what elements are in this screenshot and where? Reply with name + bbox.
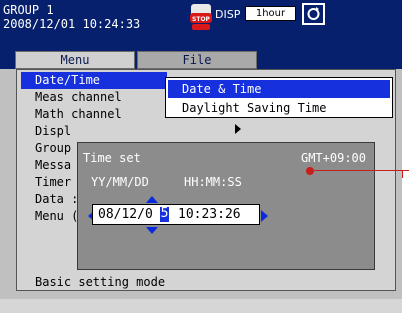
menu-item-meas-channel[interactable]: Meas channel bbox=[21, 89, 167, 106]
tab-bar: Menu File bbox=[0, 46, 402, 69]
interval-indicator: 1hour bbox=[245, 6, 296, 21]
arrow-down-icon[interactable] bbox=[146, 227, 158, 234]
submenu-item-date-time[interactable]: Date & Time bbox=[168, 80, 390, 98]
callout-dot bbox=[306, 167, 314, 175]
submenu: Date & Time Daylight Saving Time bbox=[165, 77, 393, 118]
recycle-icon bbox=[302, 3, 325, 25]
callout-line bbox=[313, 170, 409, 171]
tab-menu[interactable]: Menu bbox=[15, 51, 135, 69]
time-format-label: HH:MM:SS bbox=[184, 175, 242, 189]
disp-label: DISP bbox=[215, 8, 241, 21]
date-format-label: YY/MM/DD bbox=[91, 175, 149, 189]
status-bar: GROUP 1 2008/12/01 10:24:33 STOP DISP 1h… bbox=[0, 0, 402, 46]
datetime-label: 2008/12/01 10:24:33 bbox=[3, 17, 141, 31]
arrow-up-icon[interactable] bbox=[146, 196, 158, 203]
menu-item-date-time[interactable]: Date/Time bbox=[21, 72, 167, 89]
datetime-input[interactable]: 08/12/0 5 10:23:26 bbox=[92, 204, 260, 225]
recorder-screen: GROUP 1 2008/12/01 10:24:33 STOP DISP 1h… bbox=[0, 0, 409, 313]
timezone-label: GMT+09:00 bbox=[300, 151, 366, 165]
stop-badge-icon: STOP bbox=[190, 4, 212, 30]
group-label: GROUP 1 bbox=[3, 3, 54, 17]
svg-text:STOP: STOP bbox=[192, 16, 211, 23]
time-value: 10:23:26 bbox=[178, 207, 241, 222]
menu-item-basic-setting[interactable]: Basic setting mode bbox=[21, 274, 167, 291]
menu-item-display[interactable]: Displ bbox=[21, 123, 167, 140]
date-value: 08/12/0 bbox=[98, 207, 153, 222]
submenu-item-daylight-saving[interactable]: Daylight Saving Time bbox=[168, 99, 390, 117]
cursor-digit[interactable]: 5 bbox=[160, 207, 169, 222]
bottom-strip bbox=[0, 299, 402, 313]
arrow-right-icon[interactable] bbox=[261, 210, 268, 222]
dialog-title: Time set bbox=[83, 151, 141, 165]
submenu-arrow-icon bbox=[235, 124, 241, 134]
time-set-dialog: Time set GMT+09:00 YY/MM/DD HH:MM:SS 08/… bbox=[77, 142, 375, 270]
tab-file[interactable]: File bbox=[137, 51, 257, 69]
callout-drop-line bbox=[402, 170, 403, 178]
menu-item-math-channel[interactable]: Math channel bbox=[21, 106, 167, 123]
